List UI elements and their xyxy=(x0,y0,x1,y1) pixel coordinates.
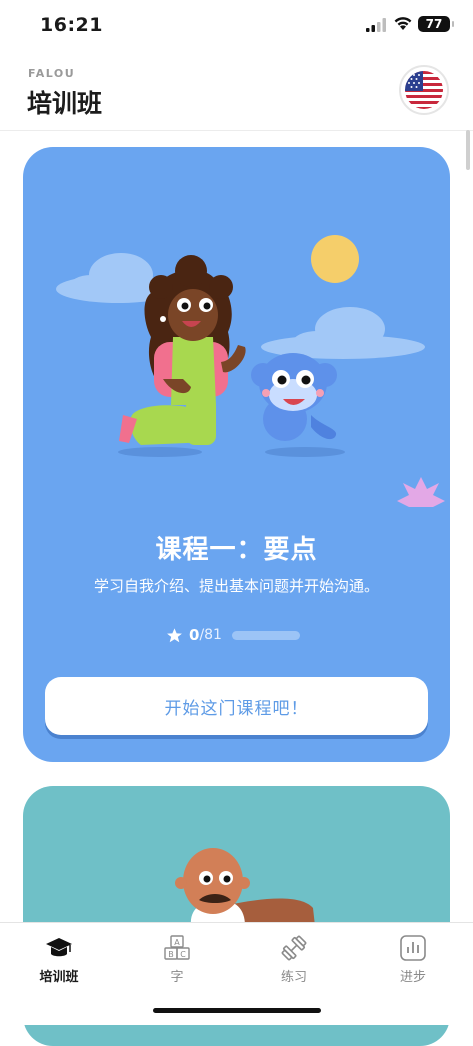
next-course-illustration xyxy=(175,848,315,926)
tab-label: 进步 xyxy=(399,970,426,985)
sun xyxy=(311,235,359,283)
course-illustration xyxy=(56,235,445,507)
tab-courses[interactable]: 培训班 xyxy=(19,933,99,985)
svg-text:C: C xyxy=(180,950,186,959)
tab-label: 字 xyxy=(170,970,184,985)
start-course-button[interactable]: 开始这门课程吧！ xyxy=(45,677,428,735)
tab-progress[interactable]: 进步 xyxy=(373,933,453,985)
course-title: 课程一：要点 xyxy=(155,535,318,565)
sparkle-icon xyxy=(397,477,445,507)
progress-count: 0 xyxy=(189,626,200,644)
course-progress: 0 /81 xyxy=(166,624,300,646)
scroll-indicator[interactable] xyxy=(466,130,470,170)
progress-bar xyxy=(231,630,300,640)
tab-label: 培训班 xyxy=(39,970,79,985)
tab-label: 练习 xyxy=(280,970,307,985)
app-header: FALOU 培训班 xyxy=(0,56,473,131)
monkey-character xyxy=(251,353,337,441)
home-indicator[interactable] xyxy=(153,1008,321,1013)
svg-text:B: B xyxy=(168,950,174,959)
status-bar: 16:21 77 xyxy=(0,0,473,50)
language-flag-button[interactable] xyxy=(399,65,449,115)
graduation-cap-icon xyxy=(46,938,72,957)
course-subtitle: 学习自我介绍、提出基本问题并开始沟通。 xyxy=(93,577,379,595)
dumbbell-icon xyxy=(281,935,307,961)
page-title: 培训班 xyxy=(27,89,103,118)
star-icon xyxy=(167,627,182,642)
svg-text:A: A xyxy=(174,938,180,947)
status-time: 16:21 xyxy=(40,14,103,36)
progress-total: /81 xyxy=(199,627,222,643)
tab-characters[interactable]: A B C 字 xyxy=(137,933,217,985)
brand-overline: FALOU xyxy=(28,67,76,80)
abc-blocks-icon: A B C xyxy=(164,935,190,960)
bar-chart-icon xyxy=(400,935,426,961)
tab-practice[interactable]: 练习 xyxy=(254,933,334,985)
battery-indicator: 77 xyxy=(418,16,454,32)
course-card[interactable]: 课程一：要点 学习自我介绍、提出基本问题并开始沟通。 0 /81 开始这门课程吧… xyxy=(23,147,450,762)
us-flag-icon xyxy=(405,71,443,109)
cloud-right xyxy=(261,307,425,359)
cellular-signal-icon xyxy=(366,18,386,32)
wifi-icon xyxy=(394,17,412,30)
